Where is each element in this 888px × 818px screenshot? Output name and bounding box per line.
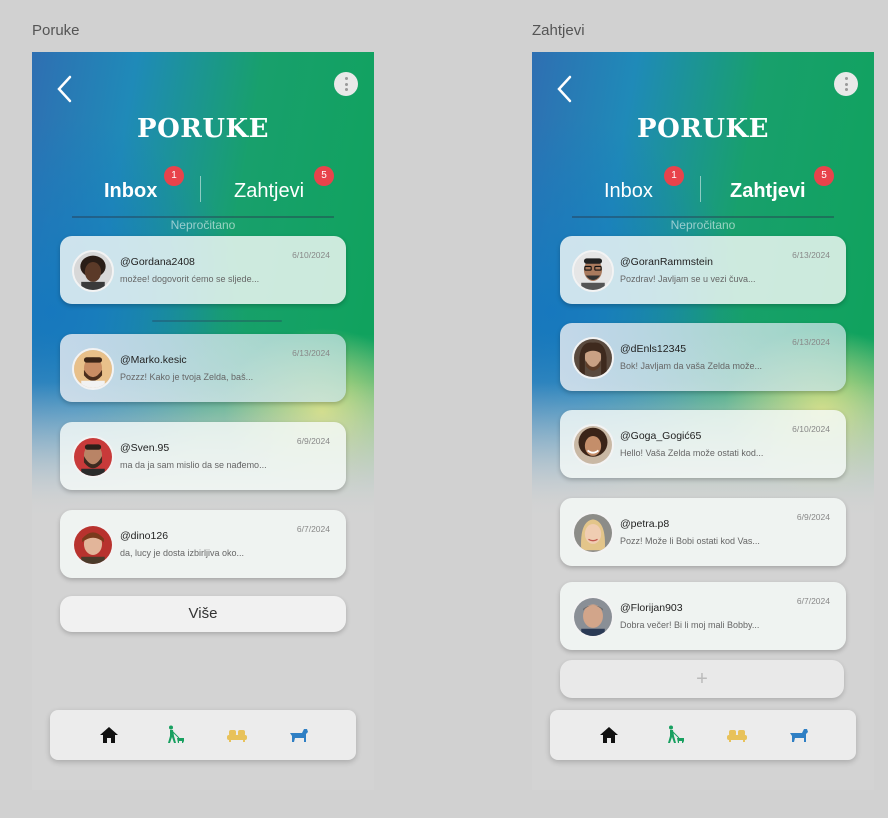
message-preview: Bok! Javljam da vaša Zelda može...: [620, 361, 763, 371]
request-card[interactable]: @Goga_Gogić65 Hello! Vaša Zelda može ost…: [560, 410, 846, 478]
phone-screen-poruke: PORUKE Inbox 1 Zahtjevi 5 Nepročitano @G…: [32, 52, 374, 790]
message-username: @dEnls12345: [620, 343, 687, 355]
message-card[interactable]: @Gordana2408 možee! dogovorit ćemo se sl…: [60, 236, 346, 304]
message-date: 6/7/2024: [796, 596, 830, 606]
sofa-icon[interactable]: [726, 724, 748, 746]
dog-walking-icon[interactable]: [164, 724, 186, 746]
dog-walking-icon[interactable]: [664, 724, 686, 746]
man-red-avatar: [72, 436, 114, 478]
message-preview: da, lucy je dosta izbirljiva oko...: [120, 548, 245, 558]
divider: [152, 320, 282, 322]
message-username: @Marko.kesic: [120, 354, 187, 366]
more-button[interactable]: Više: [60, 596, 346, 632]
message-preview: možee! dogovorit ćemo se sljede...: [120, 274, 260, 284]
message-card[interactable]: @dino126 da, lucy je dosta izbirljiva ok…: [60, 510, 346, 578]
badge-count: 5: [314, 166, 334, 186]
badge-count: 5: [814, 166, 834, 186]
unread-label: Nepročitano: [170, 218, 236, 232]
man-long-hair-avatar: [572, 337, 614, 379]
message-date: 6/13/2024: [792, 250, 830, 260]
message-username: @Sven.95: [120, 442, 170, 454]
old-man-avatar: [572, 596, 614, 638]
request-card[interactable]: @Florijan903 Dobra večer! Bi li moj mali…: [560, 582, 846, 650]
tab-zahtjevi[interactable]: Zahtjevi 5: [730, 166, 834, 203]
message-date: 6/10/2024: [292, 250, 330, 260]
message-preview: Pozzz! Kako je tvoja Zelda, baš...: [120, 372, 254, 382]
woman-blonde-avatar: [572, 512, 614, 554]
message-preview: Dobra večer! Bi li moj mali Bobby...: [620, 620, 760, 630]
message-date: 6/13/2024: [792, 337, 830, 347]
more-options-icon[interactable]: [834, 72, 858, 96]
request-card[interactable]: @GoranRammstein Pozdrav! Javljam se u ve…: [560, 236, 846, 304]
tab-zahtjevi[interactable]: Zahtjevi 5: [234, 166, 334, 203]
woman-dark-avatar: [72, 250, 114, 292]
message-username: @Goga_Gogić65: [620, 430, 702, 442]
badge-count: 1: [164, 166, 184, 186]
home-icon[interactable]: [98, 724, 120, 746]
phone-screen-zahtjevi: PORUKE Inbox 1 Zahtjevi 5 Nepročitano @G…: [532, 52, 874, 790]
woman-curly-avatar: [572, 424, 614, 466]
man-red-hair-avatar: [72, 524, 114, 566]
message-preview: ma da ja sam mislio da se nađemo...: [120, 460, 267, 470]
man-beard-avatar: [72, 348, 114, 390]
message-date: 6/9/2024: [296, 436, 330, 446]
page-title: PORUKE: [137, 114, 269, 144]
frame-label: Poruke: [32, 22, 80, 39]
message-preview: Hello! Vaša Zelda može ostati kod...: [620, 448, 764, 458]
home-icon[interactable]: [598, 724, 620, 746]
message-date: 6/7/2024: [296, 524, 330, 534]
message-preview: Pozz! Može li Bobi ostati kod Vas...: [620, 536, 760, 546]
message-preview: Pozdrav! Javljam se u vezi čuva...: [620, 274, 756, 284]
message-date: 6/13/2024: [292, 348, 330, 358]
message-username: @petra.p8: [620, 518, 670, 530]
back-icon[interactable]: [54, 74, 76, 104]
dog-icon[interactable]: [788, 724, 810, 746]
message-date: 6/10/2024: [792, 424, 830, 434]
add-button[interactable]: +: [560, 660, 844, 698]
unread-label: Nepročitano: [670, 218, 736, 232]
bottom-nav: [550, 710, 856, 760]
man-glasses-avatar: [572, 250, 614, 292]
bottom-nav: [50, 710, 356, 760]
dog-icon[interactable]: [288, 724, 310, 746]
sofa-icon[interactable]: [226, 724, 248, 746]
frame-label: Zahtjevi: [532, 22, 585, 39]
more-options-icon[interactable]: [334, 72, 358, 96]
message-username: @Florijan903: [620, 602, 683, 614]
badge-count: 1: [664, 166, 684, 186]
message-username: @GoranRammstein: [620, 256, 713, 268]
message-username: @Gordana2408: [120, 256, 195, 268]
back-icon[interactable]: [554, 74, 576, 104]
request-card[interactable]: @petra.p8 Pozz! Može li Bobi ostati kod …: [560, 498, 846, 566]
page-title: PORUKE: [637, 114, 769, 144]
message-card[interactable]: @Sven.95 ma da ja sam mislio da se nađem…: [60, 422, 346, 490]
tab-inbox[interactable]: Inbox 1: [604, 166, 684, 203]
tab-bar: Inbox 1 Zahtjevi 5: [72, 166, 334, 218]
message-username: @dino126: [120, 530, 169, 542]
tab-inbox[interactable]: Inbox 1: [104, 166, 184, 203]
request-card[interactable]: @dEnls12345 Bok! Javljam da vaša Zelda m…: [560, 323, 846, 391]
tab-bar: Inbox 1 Zahtjevi 5: [572, 166, 834, 218]
message-card[interactable]: @Marko.kesic Pozzz! Kako je tvoja Zelda,…: [60, 334, 346, 402]
message-date: 6/9/2024: [796, 512, 830, 522]
